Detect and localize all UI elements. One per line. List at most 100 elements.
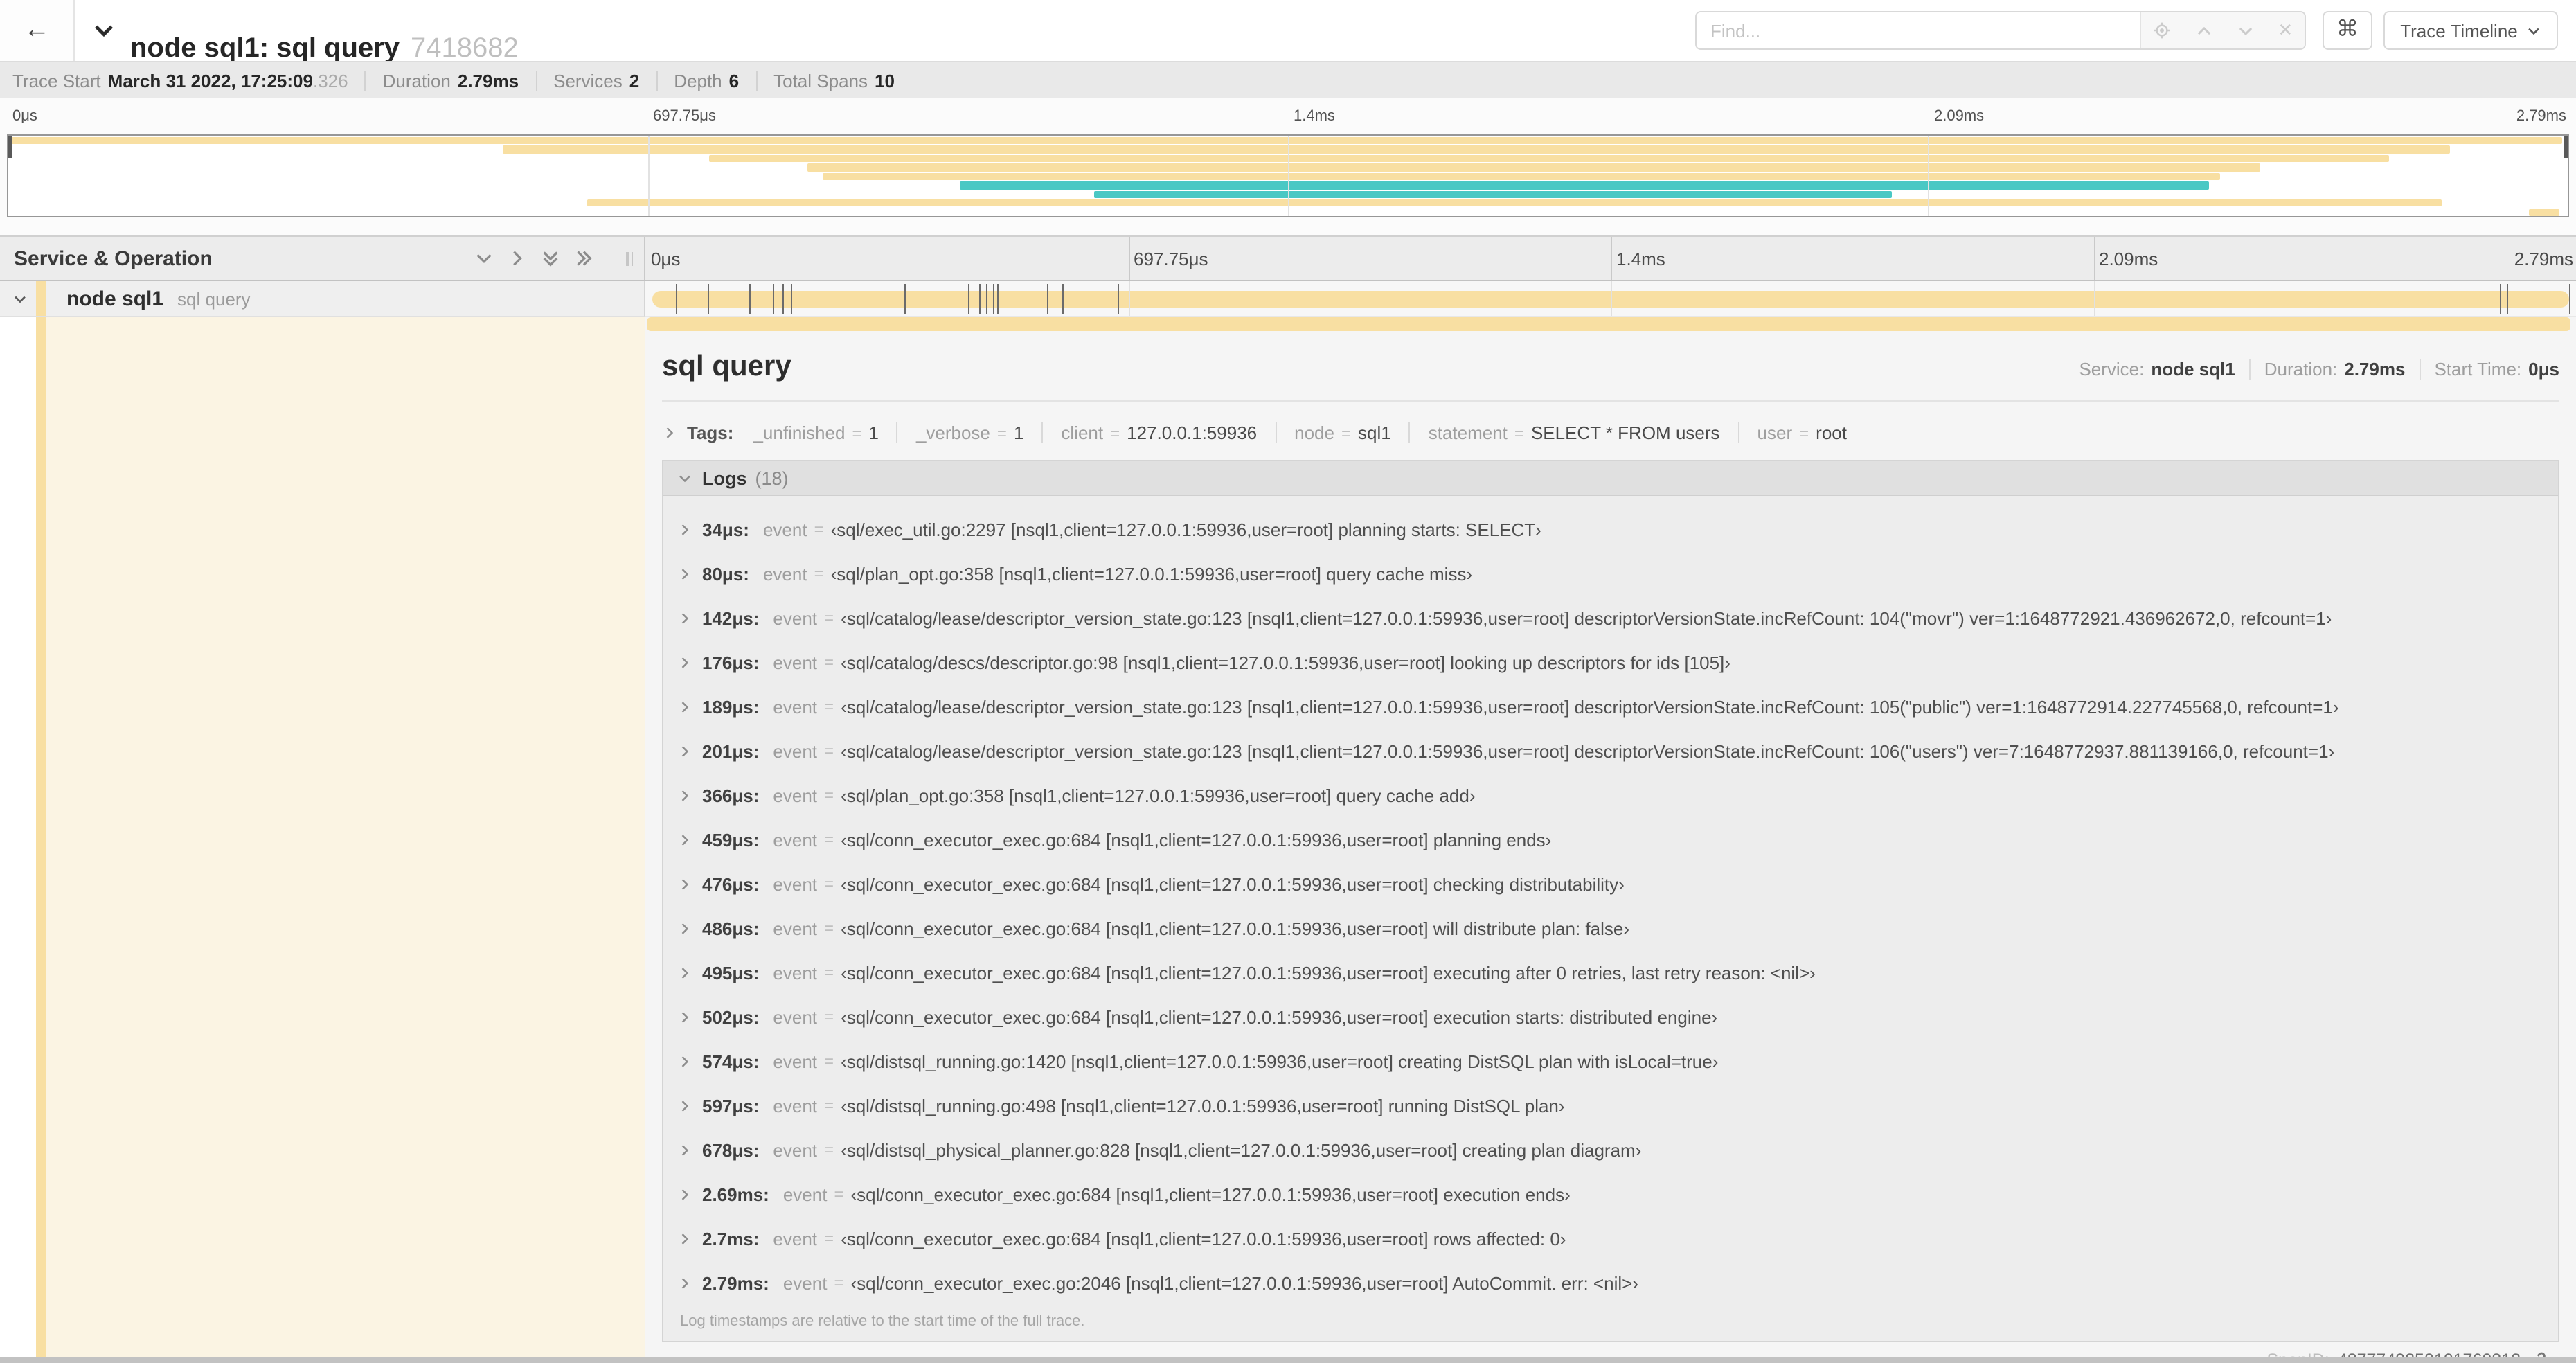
chevron-right-icon [677,743,692,758]
log-timestamp: 2.7ms: [702,1228,760,1249]
minimap-span-bar [587,199,2442,207]
equals-sign: = [824,830,834,849]
expand-one-level-button[interactable] [474,248,494,269]
grid-line [2093,237,2095,280]
log-row[interactable]: 366μs: event = ‹sql/plan_opt.go:358 [nsq… [677,773,2544,817]
service-operation-header: Service & Operation [0,237,645,280]
log-row[interactable]: 597μs: event = ‹sql/distsql_running.go:4… [677,1083,2544,1128]
equals-sign: = [824,1007,834,1026]
tag-item: _unfinished = 1 [753,422,879,443]
chevron-right-icon [677,522,692,537]
log-row[interactable]: 142μs: event = ‹sql/catalog/lease/descri… [677,596,2544,640]
equals-sign: = [834,1184,844,1204]
log-row[interactable]: 2.79ms: event = ‹sql/conn_executor_exec.… [677,1260,2544,1305]
log-timestamp: 201μs: [702,740,760,761]
chevron-down-icon[interactable] [12,291,28,306]
axis-tick-label: 2.09ms [1934,108,1985,125]
log-timestamp: 574μs: [702,1051,760,1071]
minimap-canvas[interactable] [7,134,2569,217]
log-row[interactable]: 678μs: event = ‹sql/distsql_physical_pla… [677,1128,2544,1172]
log-row[interactable]: 80μs: event = ‹sql/plan_opt.go:358 [nsql… [677,551,2544,596]
log-field-value: ‹sql/plan_opt.go:358 [nsql1,client=127.0… [830,563,1473,584]
equals-sign: = [824,918,834,938]
log-tick [790,284,792,314]
tag-item: node = sql1 [1275,422,1391,443]
log-field-key: event [762,563,807,584]
trace-meta-item: Depth 6 [656,70,739,91]
log-row[interactable]: 486μs: event = ‹sql/conn_executor_exec.g… [677,906,2544,950]
span-row-name-cell[interactable]: node sql1 sql query [0,281,645,317]
log-field-value: ‹sql/distsql_running.go:1420 [nsql1,clie… [841,1051,1719,1071]
tags-accordion-header[interactable]: Tags: _unfinished = 1 _verbose = 1 client = 127.… [662,414,2559,450]
expand-all-button[interactable] [540,248,561,269]
clear-find-button[interactable]: ✕ [2278,19,2293,42]
log-tick [782,284,784,314]
tag-item: client = 127.0.0.1:59936 [1041,422,1257,443]
log-row[interactable]: 502μs: event = ‹sql/conn_executor_exec.g… [677,995,2544,1039]
timeline-ruler: 0μs 697.75μs 1.4ms 2.09ms 2.79ms [645,237,2576,280]
axis-tick-label: 2.09ms [2099,248,2158,269]
log-tick [986,284,988,314]
span-meta-item: Duration: 2.79ms [2248,359,2405,380]
log-field-key: event [773,829,818,850]
axis-tick-label: 697.75μs [653,108,716,125]
span-service-name: node sql1 sql query [66,287,251,310]
find-input[interactable] [1697,12,2140,48]
logs-footnote: Log timestamps are relative to the start… [680,1313,1085,1330]
next-match-button[interactable] [2237,21,2255,39]
log-row[interactable]: 2.69ms: event = ‹sql/conn_executor_exec.… [677,1172,2544,1216]
viewport-drag-handle-left[interactable] [8,136,12,158]
trace-meta-item: Services 2 [535,70,639,91]
span-detail-accent-fill [46,317,645,1357]
chevron-down-icon [2528,27,2539,35]
find-controls: ✕ [2140,12,2305,48]
log-row[interactable]: 189μs: event = ‹sql/catalog/lease/descri… [677,684,2544,729]
span-meta-item: Service: node sql1 [2079,359,2235,380]
viewport-drag-handle-right[interactable] [2564,136,2568,158]
log-field-value: ‹sql/catalog/lease/descriptor_version_st… [841,607,2332,628]
keyboard-shortcuts-button[interactable]: ⌘ [2323,11,2372,50]
equals-sign: = [824,697,834,716]
log-tick [992,284,994,314]
log-timestamp: 189μs: [702,696,760,717]
log-field-key: event [773,962,818,983]
chevron-right-icon [677,1186,692,1202]
log-field-key: event [773,740,818,761]
log-field-value: ‹sql/conn_executor_exec.go:684 [nsql1,cl… [850,1184,1571,1204]
log-timestamp: 2.79ms: [702,1272,769,1293]
chevron-right-icon [677,965,692,980]
log-field-key: event [773,696,818,717]
column-resizer-grip[interactable] [626,251,633,265]
trace-view-selector[interactable]: Trace Timeline [2383,11,2558,50]
log-tick [707,284,709,314]
trace-collapse-toggle[interactable] [91,18,116,43]
collapse-one-level-button[interactable] [507,248,528,269]
back-button[interactable]: ← [0,0,75,61]
log-timestamp: 486μs: [702,918,760,938]
log-row[interactable]: 574μs: event = ‹sql/distsql_running.go:1… [677,1039,2544,1083]
grid-line [1611,281,1612,316]
log-row[interactable]: 34μs: event = ‹sql/exec_util.go:2297 [ns… [677,507,2544,551]
collapse-all-button[interactable] [573,248,594,269]
minimap-ruler: 0μs 697.75μs 1.4ms 2.09ms 2.79ms [7,101,2569,132]
log-row[interactable]: 476μs: event = ‹sql/conn_executor_exec.g… [677,862,2544,906]
log-timestamp: 34μs: [702,519,749,540]
axis-tick-label: 697.75μs [1134,248,1208,269]
minimap-span-bar [807,163,2261,172]
scope-match-button[interactable] [2153,21,2172,40]
previous-match-button[interactable] [2195,21,2213,39]
span-color-strip [36,317,46,1357]
command-icon: ⌘ [2336,18,2359,42]
log-field-value: ‹sql/catalog/descs/descriptor.go:98 [nsq… [841,652,1730,672]
log-row[interactable]: 2.7ms: event = ‹sql/conn_executor_exec.g… [677,1216,2544,1260]
log-row[interactable]: 495μs: event = ‹sql/conn_executor_exec.g… [677,950,2544,995]
chevron-down-icon [94,25,114,37]
log-field-key: event [773,652,818,672]
log-row[interactable]: 176μs: event = ‹sql/catalog/descs/descri… [677,640,2544,684]
log-row[interactable]: 201μs: event = ‹sql/catalog/lease/descri… [677,729,2544,773]
log-row[interactable]: 459μs: event = ‹sql/conn_executor_exec.g… [677,817,2544,862]
logs-accordion-header[interactable]: Logs (18) [663,460,2558,496]
divider [662,400,2559,402]
grid-line [1288,136,1289,216]
span-row-timeline-cell[interactable] [645,281,2576,317]
